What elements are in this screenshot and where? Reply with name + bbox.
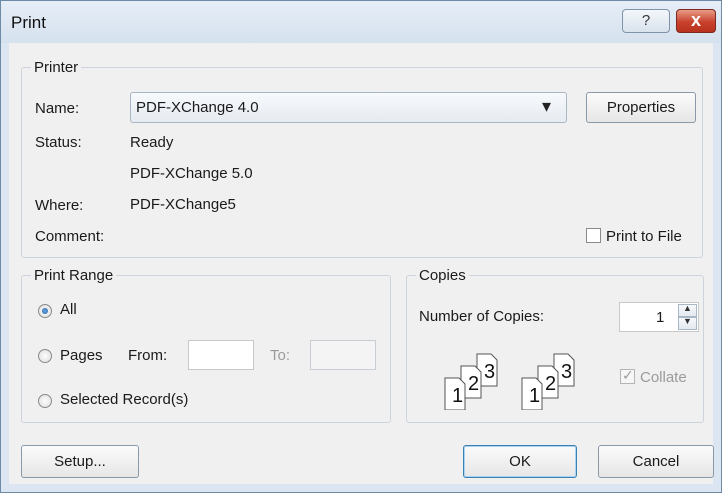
cancel-label: Cancel xyxy=(632,453,680,470)
where-label: Where: xyxy=(35,197,84,214)
ok-button[interactable]: OK xyxy=(463,445,577,478)
copies-legend: Copies xyxy=(416,267,469,284)
window-title: Print xyxy=(11,13,46,32)
print-range-group: Print Range All Pages From: To: Selected… xyxy=(21,267,391,423)
type-value: PDF-XChange 5.0 xyxy=(130,165,253,182)
selected-records-label[interactable]: Selected Record(s) xyxy=(60,391,188,408)
collate-set1-page1: 1 xyxy=(452,385,463,407)
comment-label: Comment: xyxy=(35,228,105,245)
all-label[interactable]: All xyxy=(60,301,77,318)
setup-label: Setup... xyxy=(54,453,106,470)
collate-label[interactable]: Collate xyxy=(640,369,687,386)
to-page-input[interactable] xyxy=(310,340,376,370)
printer-legend: Printer xyxy=(31,59,82,76)
properties-label: Properties xyxy=(606,99,676,116)
close-button[interactable]: x xyxy=(676,9,716,33)
print-range-legend: Print Range xyxy=(31,267,117,284)
collate-set2-page3: 3 xyxy=(561,361,572,383)
selected-records-radio[interactable] xyxy=(38,394,52,408)
from-page-input[interactable] xyxy=(188,340,254,370)
from-label: From: xyxy=(128,347,168,364)
printer-name-select[interactable]: PDF-XChange 4.0 ▾ xyxy=(130,92,567,123)
collate-set1-page3: 3 xyxy=(484,361,495,383)
spin-up-icon: ▲ xyxy=(683,303,692,313)
status-label: Status: xyxy=(35,134,82,151)
where-value: PDF-XChange5 xyxy=(130,196,236,213)
print-to-file-checkbox[interactable] xyxy=(586,228,601,243)
all-radio[interactable] xyxy=(38,304,52,318)
copies-spinner[interactable]: 1 ▲ ▼ xyxy=(619,302,699,332)
collate-pages-icon: 3 2 1 3 2 1 xyxy=(444,353,575,410)
check-icon: ✓ xyxy=(622,367,634,383)
to-label: To: xyxy=(270,347,291,364)
chevron-down-icon: ▾ xyxy=(542,96,552,116)
number-of-copies-label: Number of Copies: xyxy=(419,308,545,325)
copies-group: Copies Number of Copies: 1 ▲ ▼ 3 2 1 3 2… xyxy=(406,267,704,423)
help-button[interactable]: ? xyxy=(622,9,670,33)
printer-name-value: PDF-XChange 4.0 xyxy=(136,99,259,116)
cancel-button[interactable]: Cancel xyxy=(598,445,714,478)
spin-down-icon: ▼ xyxy=(683,316,692,326)
close-icon: x xyxy=(690,10,701,30)
title-bar: Print ? x xyxy=(1,1,721,43)
dialog-body: Printer Name: PDF-XChange 4.0 ▾ Properti… xyxy=(9,43,714,484)
collate-set1-page2: 2 xyxy=(468,373,479,395)
ok-label: OK xyxy=(509,453,531,470)
name-label: Name: xyxy=(35,100,80,117)
help-icon: ? xyxy=(641,12,651,29)
collate-set2-page1: 1 xyxy=(529,385,540,407)
copies-down-button[interactable]: ▼ xyxy=(678,316,697,330)
print-to-file-label[interactable]: Print to File xyxy=(606,228,682,245)
collate-checkbox[interactable]: ✓ xyxy=(620,367,635,384)
print-dialog: Print ? x Printer Name: PDF-XChange 4.0 … xyxy=(0,0,722,493)
pages-radio[interactable] xyxy=(38,349,52,363)
properties-button[interactable]: Properties xyxy=(586,92,696,123)
setup-button[interactable]: Setup... xyxy=(21,445,139,478)
pages-label[interactable]: Pages xyxy=(60,347,103,364)
printer-group: Printer Name: PDF-XChange 4.0 ▾ Properti… xyxy=(21,59,703,258)
collate-set2-page2: 2 xyxy=(545,373,556,395)
status-value: Ready xyxy=(130,134,174,151)
copies-value: 1 xyxy=(656,309,665,326)
